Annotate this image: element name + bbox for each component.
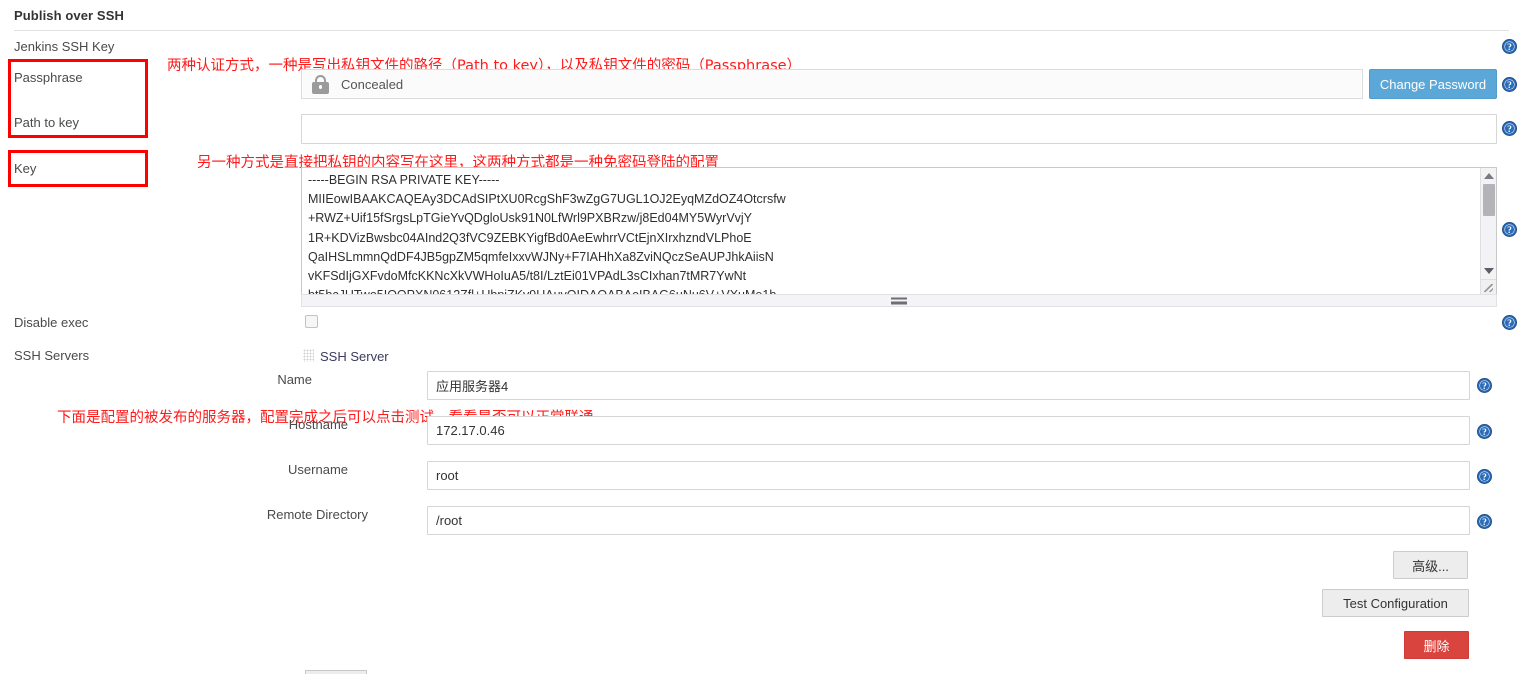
key-textarea[interactable]: -----BEGIN RSA PRIVATE KEY----- MIIEowIB… — [301, 167, 1497, 296]
change-password-button[interactable]: Change Password — [1369, 69, 1497, 99]
svg-text:?: ? — [1507, 226, 1512, 236]
key-horizontal-scrollbar[interactable] — [301, 294, 1497, 307]
label-key: Key — [14, 161, 37, 176]
advanced-button[interactable]: 高级... — [1393, 551, 1468, 579]
svg-text:?: ? — [1482, 428, 1487, 438]
svg-text:?: ? — [1507, 125, 1512, 135]
help-icon[interactable]: ? — [1477, 424, 1492, 439]
help-icon[interactable]: ? — [1477, 514, 1492, 529]
label-disable-exec: Disable exec — [14, 315, 89, 330]
svg-text:?: ? — [1482, 473, 1487, 483]
drag-handle-icon[interactable] — [303, 349, 314, 362]
svg-text:?: ? — [1482, 518, 1487, 528]
ssh-server-remote-directory-input[interactable] — [427, 506, 1470, 535]
help-icon[interactable]: ? — [1477, 378, 1492, 393]
path-to-key-input[interactable] — [301, 114, 1497, 144]
label-jenkins-ssh-key: Jenkins SSH Key — [14, 39, 115, 54]
test-configuration-button[interactable]: Test Configuration — [1322, 589, 1469, 617]
help-icon[interactable]: ? — [1502, 39, 1517, 54]
delete-button[interactable]: 删除 — [1404, 631, 1469, 659]
svg-text:?: ? — [1507, 319, 1512, 329]
label-passphrase: Passphrase — [14, 70, 83, 85]
lock-icon — [312, 74, 329, 94]
scroll-down-icon[interactable] — [1481, 263, 1496, 278]
key-textarea-content: -----BEGIN RSA PRIVATE KEY----- MIIEowIB… — [308, 173, 786, 296]
ssh-server-hostname-input[interactable] — [427, 416, 1470, 445]
label-ssh-servers: SSH Servers — [14, 348, 90, 363]
help-icon[interactable]: ? — [1502, 77, 1517, 92]
key-textarea-vertical-scrollbar[interactable] — [1480, 168, 1496, 295]
ssh-server-name-input[interactable] — [427, 371, 1470, 400]
help-icon[interactable]: ? — [1477, 469, 1492, 484]
ssh-server-username-input[interactable] — [427, 461, 1470, 490]
passphrase-concealed-field: Concealed — [301, 69, 1363, 99]
label-hostname: Hostname — [288, 417, 348, 432]
header-divider — [14, 30, 1509, 31]
ssh-server-subtitle: SSH Server — [320, 349, 389, 364]
publish-over-ssh-page: Publish over SSH Jenkins SSH Key Passphr… — [0, 0, 1525, 674]
label-path-to-key: Path to key — [14, 115, 80, 130]
help-icon[interactable]: ? — [1502, 222, 1517, 237]
textarea-resize-handle[interactable] — [1480, 279, 1496, 295]
scrollbar-grip-icon — [891, 297, 907, 304]
label-remote-directory: Remote Directory — [266, 507, 368, 522]
label-username: Username — [288, 462, 348, 477]
help-icon[interactable]: ? — [1502, 121, 1517, 136]
scrollbar-thumb[interactable] — [1483, 184, 1495, 216]
help-icon[interactable]: ? — [1502, 315, 1517, 330]
page-title: Publish over SSH — [14, 8, 124, 23]
svg-text:?: ? — [1482, 382, 1487, 392]
svg-text:?: ? — [1507, 81, 1512, 91]
scroll-up-icon[interactable] — [1481, 168, 1496, 183]
label-name: Name — [277, 372, 312, 387]
svg-text:?: ? — [1507, 43, 1512, 53]
partial-bottom-button[interactable] — [305, 670, 367, 674]
disable-exec-checkbox[interactable] — [305, 315, 318, 328]
passphrase-state-text: Concealed — [341, 76, 404, 92]
